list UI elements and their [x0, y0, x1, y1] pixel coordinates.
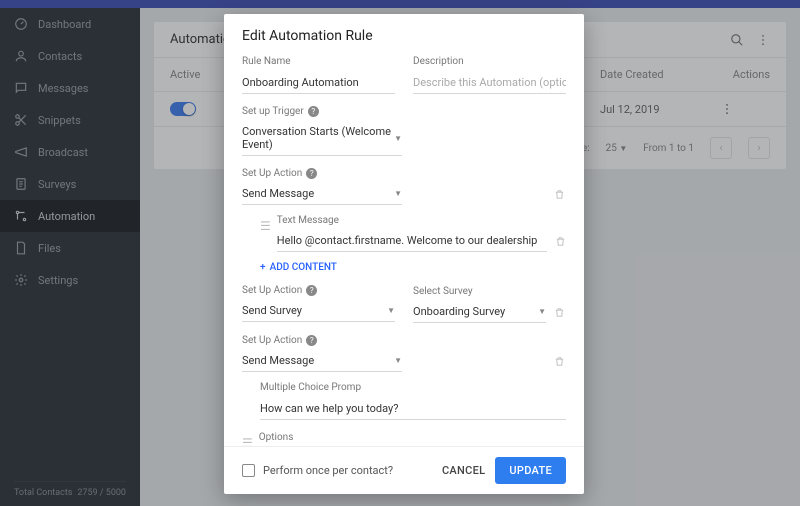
- rule-name-label: Rule Name: [242, 56, 395, 67]
- mc-prompt-input[interactable]: [260, 398, 566, 420]
- survey-select[interactable]: Onboarding Survey▼: [413, 301, 546, 323]
- perform-once-checkbox[interactable]: [242, 464, 255, 477]
- trigger-select[interactable]: Conversation Starts (Welcome Event)▼: [242, 121, 402, 156]
- cancel-button[interactable]: CANCEL: [442, 464, 485, 477]
- perform-once-label: Perform once per contact?: [263, 464, 393, 477]
- select-survey-label: Select Survey: [413, 286, 566, 297]
- delete-icon[interactable]: [555, 236, 566, 247]
- dialog-title: Edit Automation Rule: [224, 14, 584, 56]
- trigger-label: Set up Trigger?: [242, 106, 566, 117]
- mc-prompt-label: Multiple Choice Promp: [260, 382, 566, 393]
- rule-name-input[interactable]: [242, 72, 395, 94]
- action-label: Set Up Action?: [242, 335, 566, 346]
- help-icon[interactable]: ?: [306, 285, 317, 296]
- description-input[interactable]: [413, 72, 566, 94]
- update-button[interactable]: UPDATE: [495, 457, 566, 484]
- help-icon[interactable]: ?: [306, 335, 317, 346]
- plus-icon: +: [260, 262, 266, 273]
- options-label: Options: [259, 432, 566, 443]
- help-icon[interactable]: ?: [306, 168, 317, 179]
- text-message-input[interactable]: [277, 230, 547, 252]
- edit-automation-dialog: Edit Automation Rule Rule Name Descripti…: [224, 14, 584, 494]
- text-message-label: Text Message: [277, 215, 566, 226]
- action3-select[interactable]: Send Message▼: [242, 350, 402, 372]
- drag-icon[interactable]: ☰: [242, 436, 253, 446]
- action1-select[interactable]: Send Message▼: [242, 183, 402, 205]
- delete-icon[interactable]: [554, 307, 566, 318]
- add-content-button[interactable]: +ADD CONTENT: [260, 262, 566, 273]
- action2-select[interactable]: Send Survey▼: [242, 300, 395, 322]
- delete-icon[interactable]: [554, 356, 566, 367]
- help-icon[interactable]: ?: [308, 106, 319, 117]
- delete-icon[interactable]: [554, 189, 566, 200]
- drag-icon[interactable]: ☰: [260, 219, 271, 233]
- description-label: Description: [413, 56, 566, 67]
- action-label: Set Up Action?: [242, 168, 566, 179]
